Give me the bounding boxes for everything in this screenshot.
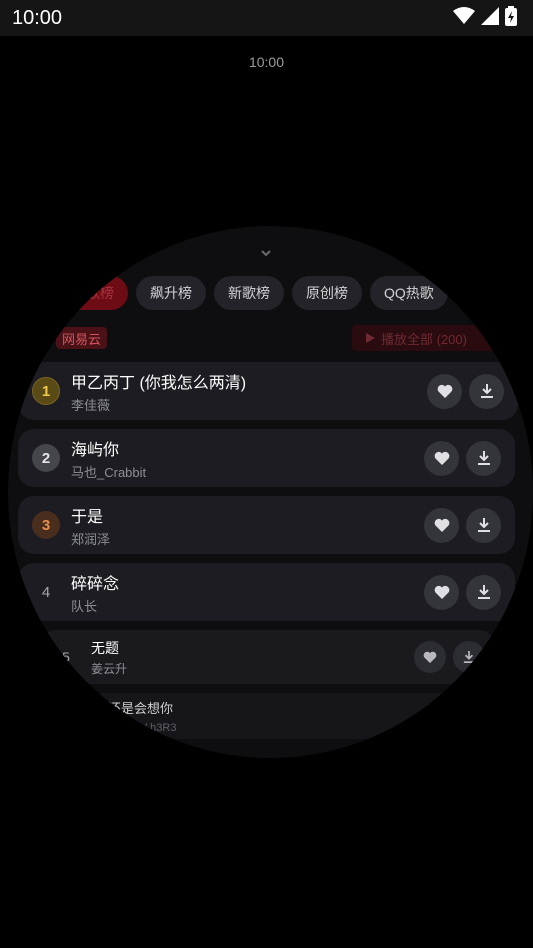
download-button[interactable]: [466, 507, 501, 543]
download-button[interactable]: [466, 574, 501, 610]
rank-badge: 1: [32, 377, 60, 405]
heart-icon: [434, 451, 449, 465]
watch-clock: 10:00: [248, 54, 285, 70]
song-title: 还是会想你: [108, 700, 174, 716]
song-title: 碎碎念: [71, 575, 120, 593]
heart-icon: [437, 384, 452, 398]
download-button[interactable]: [453, 641, 485, 673]
download-button[interactable]: [469, 373, 504, 409]
like-button[interactable]: [427, 373, 462, 409]
song-row[interactable]: 4 碎碎念 队长: [18, 563, 515, 621]
song-row[interactable]: 1 甲乙丙丁 (你我怎么两清) 李佳薇: [18, 362, 518, 420]
play-all-button[interactable]: 播放全部 (200): [352, 325, 512, 351]
heart-icon: [434, 518, 449, 532]
song-artist: 李佳薇: [71, 397, 111, 413]
tab-rising[interactable]: 飙升榜: [136, 276, 206, 310]
wifi-icon: [453, 6, 475, 30]
status-bar: 10:00: [0, 0, 533, 36]
play-all-label: 播放全部 (200): [381, 331, 467, 347]
rank-badge: 2: [32, 444, 60, 472]
song-artist: 姜云升: [91, 661, 128, 676]
status-time: 10:00: [12, 6, 63, 29]
song-row[interactable]: 3 于是 郑润泽: [18, 496, 515, 554]
like-button[interactable]: [424, 507, 459, 543]
like-button[interactable]: [424, 440, 459, 476]
tab-hot[interactable]: 热歌榜: [58, 276, 128, 310]
like-button[interactable]: [422, 702, 450, 730]
source-badge: 网易云: [56, 327, 108, 349]
like-button[interactable]: [414, 641, 446, 673]
tab-new[interactable]: 新歌榜: [214, 276, 284, 310]
play-icon: [366, 331, 375, 346]
song-title: 海屿你: [71, 441, 120, 459]
download-icon: [477, 518, 490, 532]
download-icon: [463, 651, 475, 663]
tab-qq[interactable]: QQ: [455, 276, 506, 310]
song-artist: 队长: [71, 598, 98, 614]
rank-number: 5: [62, 649, 70, 665]
heart-icon: [430, 711, 442, 721]
song-artist: 马也_Crabbit: [71, 464, 147, 480]
status-icons: [453, 5, 517, 31]
watch-face: 热歌榜 飙升榜 新歌榜 原创榜 QQ热歌 QQ 网易云 播放全部 (200) 1…: [8, 226, 533, 758]
heart-icon: [423, 651, 437, 663]
rank-badge: 3: [32, 511, 60, 539]
song-artist: 郑润泽: [71, 531, 111, 547]
song-row[interactable]: 5 无题 姜云升: [40, 630, 495, 684]
song-title: 无题: [91, 639, 119, 656]
download-icon: [480, 384, 493, 398]
song-artist: 林达浪 / h3R3: [108, 721, 177, 734]
download-icon: [477, 585, 490, 599]
download-icon: [477, 451, 490, 465]
heart-icon: [434, 585, 449, 599]
chart-tabs: 热歌榜 飙升榜 新歌榜 原创榜 QQ热歌 QQ: [58, 276, 533, 312]
signal-icon: [481, 6, 499, 30]
song-title: 于是: [71, 508, 104, 526]
tab-original[interactable]: 原创榜: [292, 276, 362, 310]
rank-number: 4: [41, 583, 51, 601]
song-title: 甲乙丙丁 (你我怎么两清): [71, 374, 247, 392]
song-row[interactable]: 还是会想你 林达浪 / h3R3: [78, 693, 458, 739]
chevron-down-icon[interactable]: [258, 246, 274, 257]
download-button[interactable]: [466, 440, 501, 476]
like-button[interactable]: [424, 574, 459, 610]
battery-icon: [505, 5, 517, 31]
tab-qq-hot[interactable]: QQ热歌: [370, 276, 448, 310]
song-row[interactable]: 2 海屿你 马也_Crabbit: [18, 429, 515, 487]
